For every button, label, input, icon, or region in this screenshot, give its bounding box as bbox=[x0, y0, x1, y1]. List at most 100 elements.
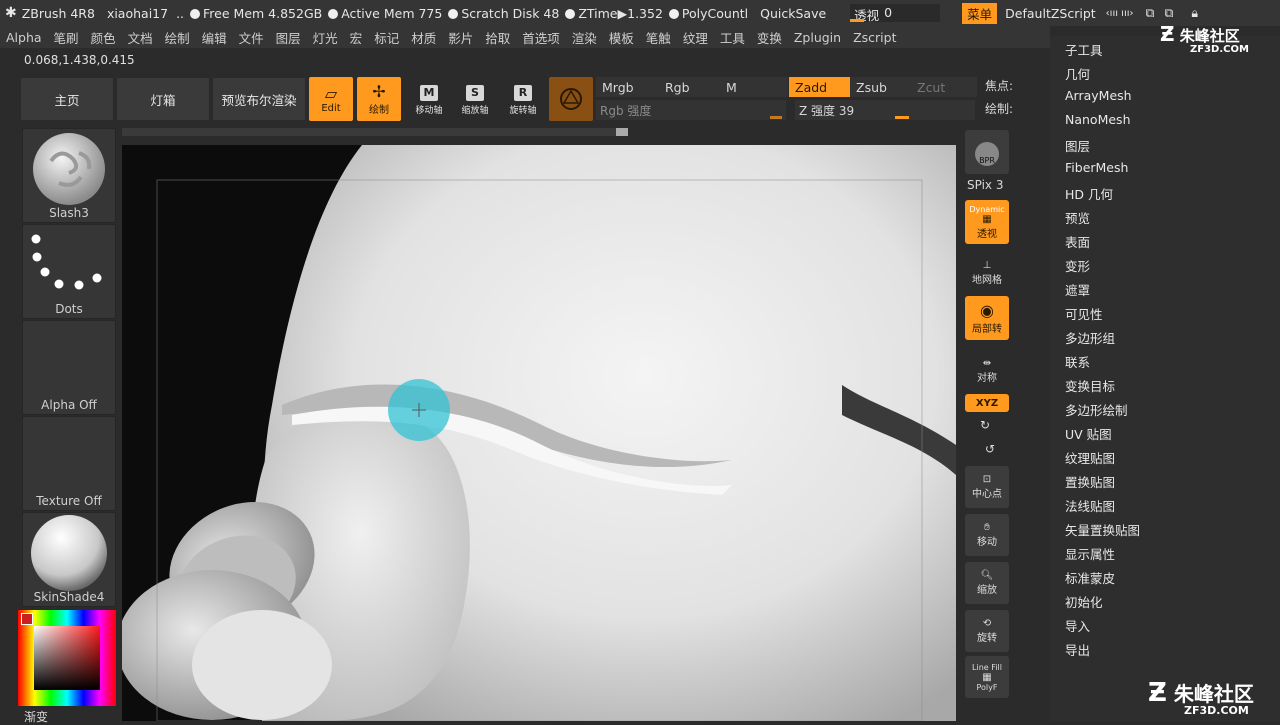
menu-item[interactable]: 纹理 bbox=[677, 28, 714, 47]
material-tile[interactable]: SkinShade4 bbox=[22, 512, 116, 607]
mrgb-button[interactable]: Mrgb bbox=[596, 77, 662, 97]
menu-item[interactable]: 灯光 bbox=[307, 28, 344, 47]
tool-menu-item[interactable]: HD 几何 bbox=[1065, 184, 1113, 203]
main-color-swatch[interactable] bbox=[21, 613, 33, 625]
tool-menu-item[interactable]: 多边形绘制 bbox=[1065, 400, 1128, 419]
scale-button[interactable]: S 缩放轴 bbox=[455, 80, 495, 120]
tool-menu-item[interactable]: FiberMesh bbox=[1065, 160, 1128, 175]
local-button[interactable]: ◉ 局部转 bbox=[965, 296, 1009, 340]
menu-item[interactable]: Zplugin bbox=[788, 30, 847, 45]
arrows-icon[interactable]: ‹ııı ııı› bbox=[1106, 8, 1134, 19]
tool-menu-item[interactable]: 矢量置换贴图 bbox=[1065, 520, 1140, 539]
spix-label[interactable]: SPix 3 bbox=[967, 178, 1003, 192]
menu-item[interactable]: 绘制 bbox=[159, 28, 196, 47]
script-name[interactable]: DefaultZScript bbox=[1005, 6, 1096, 21]
tool-menu-item[interactable]: 标准蒙皮 bbox=[1065, 568, 1115, 587]
tool-menu-item[interactable]: 预览 bbox=[1065, 208, 1090, 227]
floor-button[interactable]: ⊥ 地网格 bbox=[965, 258, 1009, 288]
menu-item[interactable]: 文件 bbox=[233, 28, 270, 47]
draw-button[interactable]: ✢ 绘制 bbox=[357, 77, 401, 121]
brush-tile[interactable]: Slash3 bbox=[22, 128, 116, 223]
lightbox-button[interactable]: 灯箱 bbox=[116, 77, 210, 121]
scrollbar-thumb[interactable] bbox=[616, 128, 628, 136]
z-intensity-slider[interactable]: Z 强度 39 bbox=[795, 100, 975, 120]
menu-item[interactable]: 颜色 bbox=[85, 28, 122, 47]
tool-menu-item[interactable]: 显示属性 bbox=[1065, 544, 1115, 563]
bpr-preview-button[interactable]: 预览布尔渲染 bbox=[212, 77, 306, 121]
menu-item[interactable]: 影片 bbox=[442, 28, 479, 47]
menu-item[interactable]: 工具 bbox=[714, 28, 751, 47]
tool-menu-item[interactable]: 纹理贴图 bbox=[1065, 448, 1115, 467]
menu-item[interactable]: 渲染 bbox=[566, 28, 603, 47]
alpha-tile[interactable]: Alpha Off bbox=[22, 320, 116, 415]
tool-menu-item[interactable]: 子工具 bbox=[1065, 40, 1103, 59]
move-button[interactable]: M 移动轴 bbox=[409, 80, 449, 120]
lock-icon[interactable]: 🔒︎ bbox=[1191, 5, 1198, 21]
saturation-square[interactable] bbox=[34, 626, 100, 690]
tool-menu-item[interactable]: 联系 bbox=[1065, 352, 1090, 371]
viewport-canvas[interactable] bbox=[122, 145, 956, 721]
tool-menu-item[interactable]: 几何 bbox=[1065, 64, 1090, 83]
edit-button[interactable]: ▱ Edit bbox=[309, 77, 353, 121]
menu-item[interactable]: 宏 bbox=[344, 28, 369, 47]
quicksave-button[interactable]: QuickSave bbox=[760, 6, 826, 21]
bpr-button[interactable]: BPR bbox=[965, 130, 1009, 174]
menu-item[interactable]: 笔触 bbox=[640, 28, 677, 47]
center-button[interactable]: ⊡ 中心点 bbox=[965, 466, 1009, 508]
menu-item[interactable]: 笔刷 bbox=[48, 28, 85, 47]
tool-menu-item[interactable]: 导出 bbox=[1065, 640, 1090, 659]
rotate-view-button[interactable]: ⟲ 旋转 bbox=[965, 610, 1009, 652]
color-picker[interactable] bbox=[18, 610, 116, 706]
move-view-button[interactable]: ✋︎ 移动 bbox=[965, 514, 1009, 556]
symmetry-button[interactable]: ⇹ 对称 bbox=[965, 358, 1009, 384]
tool-menu-item[interactable]: 多边形组 bbox=[1065, 328, 1115, 347]
rgb-intensity-slider[interactable]: Rgb 强度 bbox=[596, 100, 786, 120]
tool-menu-item[interactable]: 置换贴图 bbox=[1065, 472, 1115, 491]
xyz-button[interactable]: XYZ bbox=[965, 394, 1009, 412]
horizontal-scrollbar[interactable] bbox=[122, 128, 628, 136]
menu-item[interactable]: 材质 bbox=[405, 28, 442, 47]
tool-menu-item[interactable]: 变换目标 bbox=[1065, 376, 1115, 395]
menu-item[interactable]: 首选项 bbox=[516, 28, 566, 47]
menu-item[interactable]: Alpha bbox=[0, 30, 48, 45]
tool-menu-item[interactable]: 图层 bbox=[1065, 136, 1090, 155]
rotate-y-icon[interactable]: ↻ bbox=[980, 418, 990, 432]
menu-item[interactable]: 编辑 bbox=[196, 28, 233, 47]
zoom-view-button[interactable]: 🔍︎ 缩放 bbox=[965, 562, 1009, 604]
tool-menu-item[interactable]: 导入 bbox=[1065, 616, 1090, 635]
gizmo-button[interactable] bbox=[549, 77, 593, 121]
hand-icon: ✋︎ bbox=[984, 522, 990, 533]
home-button[interactable]: 主页 bbox=[20, 77, 114, 121]
menu-item[interactable]: 变换 bbox=[751, 28, 788, 47]
menu-item[interactable]: 拾取 bbox=[479, 28, 516, 47]
zadd-button[interactable]: Zadd bbox=[789, 77, 853, 97]
stroke-tile[interactable]: Dots bbox=[22, 224, 116, 319]
menu-item[interactable]: Zscript bbox=[847, 30, 902, 45]
tool-menu-item[interactable]: 变形 bbox=[1065, 256, 1090, 275]
rgb-button[interactable]: Rgb bbox=[659, 77, 723, 97]
tool-menu-item[interactable]: NanoMesh bbox=[1065, 112, 1131, 127]
menu-item[interactable]: 模板 bbox=[603, 28, 640, 47]
menu-item[interactable]: 文档 bbox=[122, 28, 159, 47]
menu-item[interactable]: 图层 bbox=[270, 28, 307, 47]
tool-menu-item[interactable]: ArrayMesh bbox=[1065, 88, 1132, 103]
perspective-button[interactable]: Dynamic ▦ 透视 bbox=[965, 200, 1009, 244]
zcut-button[interactable]: Zcut bbox=[911, 77, 977, 97]
tool-menu-item[interactable]: UV 贴图 bbox=[1065, 424, 1112, 443]
zsub-button[interactable]: Zsub bbox=[850, 77, 914, 97]
m-button[interactable]: M bbox=[720, 77, 788, 97]
layout-icon[interactable]: ⧉ bbox=[1146, 5, 1155, 21]
menu-button[interactable]: 菜单 bbox=[962, 2, 998, 24]
rotate-z-icon[interactable]: ↺ bbox=[985, 442, 995, 456]
polyframe-button[interactable]: Line Fill ▦ PolyF bbox=[965, 656, 1009, 698]
tool-menu-item[interactable]: 初始化 bbox=[1065, 592, 1103, 611]
tool-menu-item[interactable]: 法线贴图 bbox=[1065, 496, 1115, 515]
tool-menu-item[interactable]: 表面 bbox=[1065, 232, 1090, 251]
tool-menu-item[interactable]: 可见性 bbox=[1065, 304, 1103, 323]
menu-item[interactable]: 标记 bbox=[368, 28, 405, 47]
rotate-button[interactable]: R 旋转轴 bbox=[503, 80, 543, 120]
texture-tile[interactable]: Texture Off bbox=[22, 416, 116, 511]
transparency-slider[interactable]: 透视 0 bbox=[850, 4, 941, 23]
layout2-icon[interactable]: ⧉ bbox=[1164, 5, 1173, 21]
tool-menu-item[interactable]: 遮罩 bbox=[1065, 280, 1090, 299]
